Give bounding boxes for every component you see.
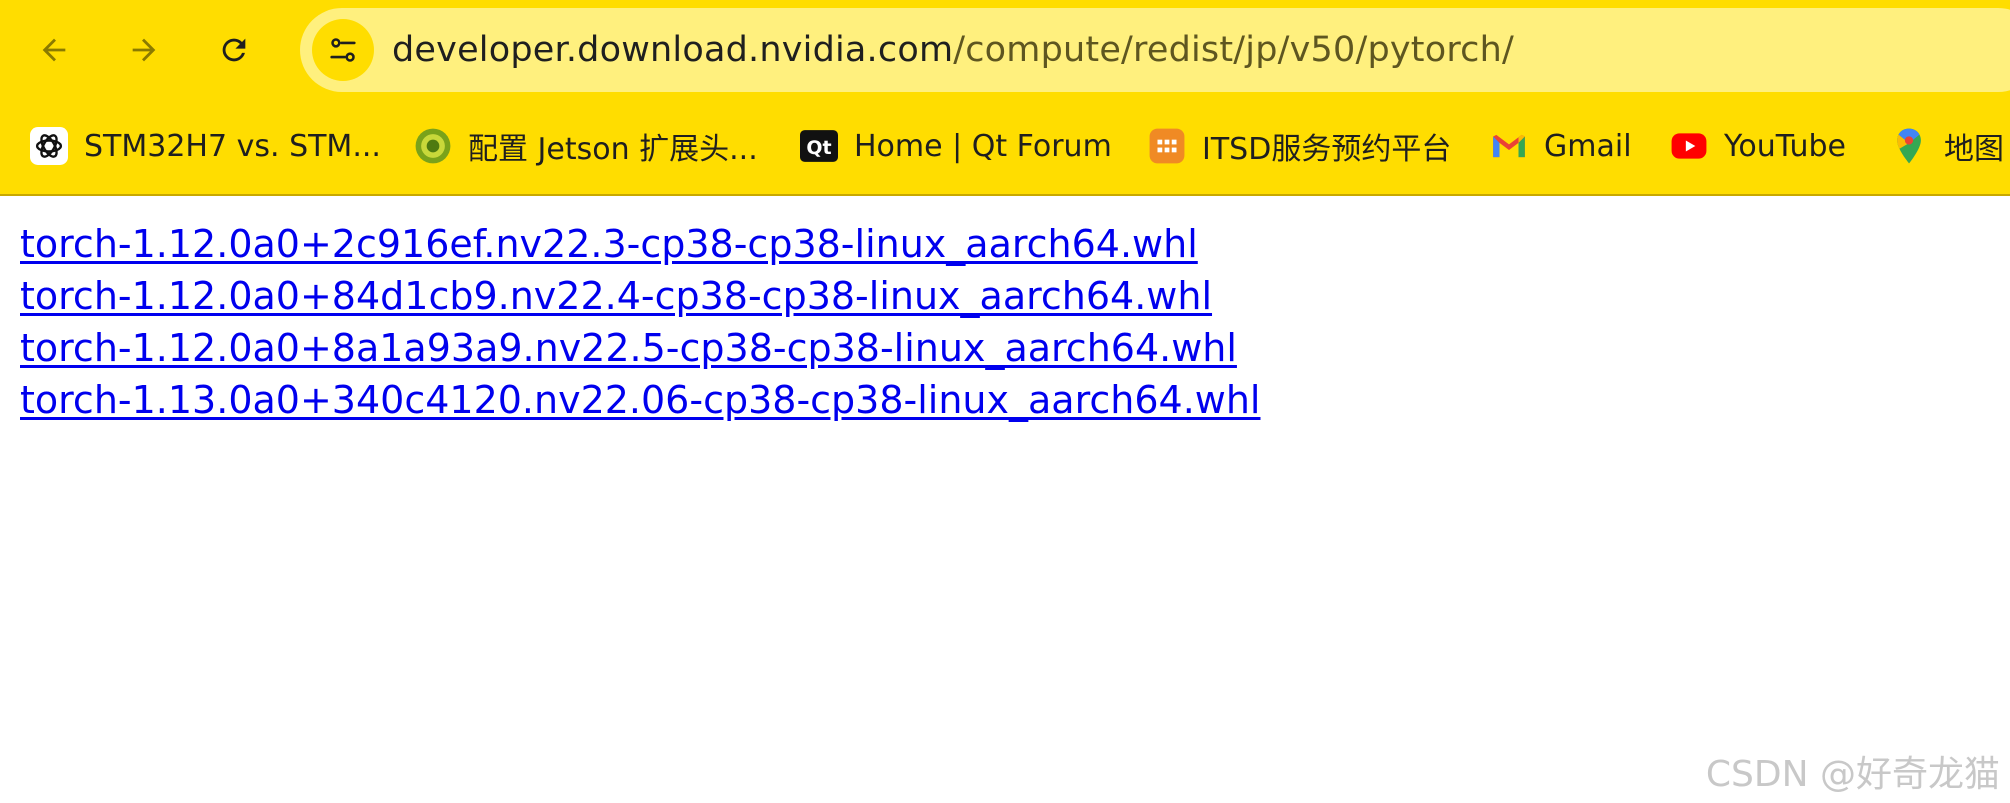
- bookmark-stm32[interactable]: STM32H7 vs. STM...: [30, 120, 381, 172]
- bookmark-youtube[interactable]: YouTube: [1670, 120, 1846, 172]
- bookmark-label: ITSD服务预约平台: [1202, 132, 1452, 167]
- bookmark-maps[interactable]: 地图: [1890, 120, 2004, 172]
- reload-button[interactable]: [206, 22, 262, 78]
- url-host: developer.download.nvidia.com: [392, 30, 954, 70]
- directory-listing: torch-1.12.0a0+2c916ef.nv22.3-cp38-cp38-…: [20, 218, 1261, 426]
- arrow-right-icon: [132, 38, 156, 62]
- bookmark-label: Home | Qt Forum: [854, 128, 1112, 164]
- gmail-icon: [1490, 127, 1528, 165]
- forward-button[interactable]: [116, 22, 172, 78]
- maps-pin-icon: [1890, 127, 1928, 165]
- calendar-icon: [1148, 127, 1186, 165]
- arrow-left-icon: [42, 38, 66, 62]
- reload-icon: [222, 38, 246, 62]
- bookmark-label: 地图: [1944, 132, 2004, 167]
- bookmark-gmail[interactable]: Gmail: [1490, 120, 1632, 172]
- bookmark-label: 配置 Jetson 扩展头...: [468, 132, 758, 167]
- bookmark-label: YouTube: [1724, 128, 1846, 164]
- circle-logo-icon: [414, 127, 452, 165]
- youtube-icon: [1670, 127, 1708, 165]
- qt-icon: Qt: [800, 127, 838, 165]
- bookmark-jetson[interactable]: 配置 Jetson 扩展头...: [414, 120, 758, 172]
- site-info-button[interactable]: [312, 19, 374, 81]
- address-bar[interactable]: developer.download.nvidia.com/compute/re…: [300, 8, 2010, 92]
- url-path: /compute/redist/jp/v50/pytorch/: [953, 30, 1514, 70]
- openai-icon: [30, 127, 68, 165]
- svg-text:Qt: Qt: [806, 137, 831, 159]
- file-link-nv22-5[interactable]: torch-1.12.0a0+8a1a93a9.nv22.5-cp38-cp38…: [20, 322, 1261, 374]
- bookmarks-bar: STM32H7 vs. STM... 配置 Jetson 扩展头... Qt H…: [0, 100, 2010, 196]
- browser-toolbar: developer.download.nvidia.com/compute/re…: [0, 0, 2010, 100]
- bookmark-label: STM32H7 vs. STM...: [84, 128, 381, 164]
- file-link-nv22-06[interactable]: torch-1.13.0a0+340c4120.nv22.06-cp38-cp3…: [20, 374, 1261, 426]
- url-text[interactable]: developer.download.nvidia.com/compute/re…: [392, 8, 1514, 92]
- bookmark-qt-forum[interactable]: Qt Home | Qt Forum: [800, 120, 1112, 172]
- bookmark-itsd[interactable]: ITSD服务预约平台: [1148, 120, 1451, 172]
- browser-window: developer.download.nvidia.com/compute/re…: [0, 0, 2010, 803]
- tune-icon: [330, 38, 356, 62]
- back-button[interactable]: [26, 22, 82, 78]
- bookmark-label: Gmail: [1544, 128, 1632, 164]
- file-link-nv22-3[interactable]: torch-1.12.0a0+2c916ef.nv22.3-cp38-cp38-…: [20, 218, 1261, 270]
- file-link-nv22-4[interactable]: torch-1.12.0a0+84d1cb9.nv22.4-cp38-cp38-…: [20, 270, 1261, 322]
- csdn-watermark: CSDN @好奇龙猫: [1705, 754, 2000, 795]
